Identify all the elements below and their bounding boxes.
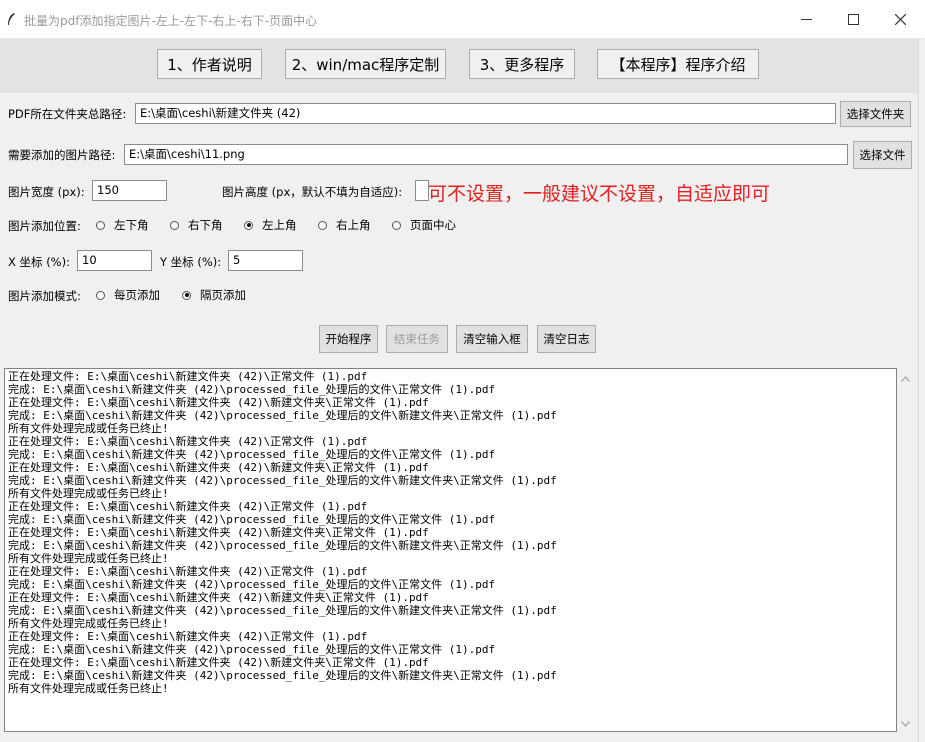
close-icon — [895, 13, 906, 25]
log-line: 所有文件处理完成或任务已终止! — [8, 617, 169, 630]
log-line: 所有文件处理完成或任务已终止! — [8, 422, 169, 435]
log-line: 所有文件处理完成或任务已终止! — [8, 552, 169, 565]
position-radio-center[interactable]: 页面中心 — [392, 217, 456, 233]
y-input[interactable]: 5 — [228, 250, 303, 271]
log-line: 所有文件处理完成或任务已终止! — [8, 487, 169, 500]
window-title: 批量为pdf添加指定图片-左上-左下-右上-右下-页面中心 — [24, 14, 318, 28]
log-line: 正在处理文件: E:\桌面\ceshi\新建文件夹 (42)\正常文件 (1).… — [8, 500, 368, 513]
log-line: 完成: E:\桌面\ceshi\新建文件夹 (42)\processed_fil… — [8, 383, 496, 396]
log-line: 完成: E:\桌面\ceshi\新建文件夹 (42)\processed_fil… — [8, 409, 557, 422]
maximize-icon — [847, 13, 859, 25]
choose-folder-button[interactable]: 选择文件夹 — [840, 101, 911, 127]
radio-selected-icon — [182, 290, 191, 300]
more-programs-button[interactable]: 3、更多程序 — [469, 49, 575, 79]
width-input[interactable]: 150 — [92, 180, 167, 201]
feather-icon — [8, 13, 15, 25]
log-line: 正在处理文件: E:\桌面\ceshi\新建文件夹 (42)\新建文件夹\正常文… — [8, 461, 429, 474]
log-textarea[interactable]: 正在处理文件: E:\桌面\ceshi\新建文件夹 (42)\正常文件 (1).… — [4, 368, 897, 732]
mode-label: 图片添加模式: — [8, 289, 81, 303]
clear-log-button[interactable]: 清空日志 — [537, 325, 596, 353]
scroll-up-button[interactable] — [897, 370, 914, 387]
mode-radio-every-page[interactable]: 每页添加 — [96, 287, 160, 303]
log-lines: 正在处理文件: E:\桌面\ceshi\新建文件夹 (42)\正常文件 (1).… — [5, 369, 896, 695]
radio-dot-icon — [318, 220, 327, 230]
author-info-button[interactable]: 1、作者说明 — [157, 49, 262, 79]
radio-label: 左上角 — [262, 218, 297, 232]
log-line: 正在处理文件: E:\桌面\ceshi\新建文件夹 (42)\新建文件夹\正常文… — [8, 526, 429, 539]
scroll-down-button[interactable] — [897, 715, 914, 732]
position-radio-top-left[interactable]: 左上角 — [244, 217, 297, 233]
start-button[interactable]: 开始程序 — [319, 325, 378, 353]
log-line: 完成: E:\桌面\ceshi\新建文件夹 (42)\processed_fil… — [8, 448, 496, 461]
clear-inputs-button[interactable]: 清空输入框 — [456, 325, 528, 353]
minimize-icon — [800, 18, 812, 20]
radio-selected-icon — [244, 220, 253, 230]
position-label: 图片添加位置: — [8, 219, 81, 233]
log-line: 所有文件处理完成或任务已终止! — [8, 682, 169, 695]
image-path-input[interactable]: E:\桌面\ceshi\11.png — [124, 144, 848, 165]
pdf-path-label: PDF所在文件夹总路径: — [8, 107, 127, 121]
custom-program-button[interactable]: 2、win/mac程序定制 — [285, 49, 446, 79]
program-intro-button[interactable]: 【本程序】程序介绍 — [597, 49, 759, 79]
top-menu-bar: 1、作者说明 2、win/mac程序定制 3、更多程序 【本程序】程序介绍 — [0, 39, 925, 93]
image-path-label: 需要添加的图片路径: — [8, 148, 116, 162]
close-button[interactable] — [876, 0, 925, 38]
width-label: 图片宽度 (px): — [8, 185, 85, 199]
stop-button[interactable]: 结束任务 — [386, 325, 448, 353]
log-line: 正在处理文件: E:\桌面\ceshi\新建文件夹 (42)\正常文件 (1).… — [8, 630, 368, 643]
log-line: 完成: E:\桌面\ceshi\新建文件夹 (42)\processed_fil… — [8, 474, 557, 487]
height-label: 图片高度 (px，默认不填为自适应): — [222, 185, 403, 199]
window-border — [918, 39, 925, 742]
radio-dot-icon — [170, 220, 179, 230]
log-line: 完成: E:\桌面\ceshi\新建文件夹 (42)\processed_fil… — [8, 539, 557, 552]
minimize-button[interactable] — [783, 0, 829, 38]
position-radio-bottom-right[interactable]: 右下角 — [170, 217, 223, 233]
log-scrollbar[interactable] — [897, 368, 914, 732]
log-line: 完成: E:\桌面\ceshi\新建文件夹 (42)\processed_fil… — [8, 669, 557, 682]
y-label: Y 坐标 (%): — [160, 255, 222, 269]
log-line: 完成: E:\桌面\ceshi\新建文件夹 (42)\processed_fil… — [8, 578, 496, 591]
x-label: X 坐标 (%): — [8, 255, 70, 269]
radio-label: 左下角 — [114, 218, 149, 232]
title-bar: 批量为pdf添加指定图片-左上-左下-右上-右下-页面中心 — [0, 0, 925, 39]
maximize-glyph — [830, 0, 876, 38]
radio-dot-icon — [392, 220, 401, 230]
height-hint: 可不设置，一般建议不设置，自适应即可 — [428, 183, 771, 205]
radio-dot-icon — [96, 290, 105, 300]
radio-label: 每页添加 — [114, 288, 160, 302]
radio-label: 页面中心 — [410, 218, 456, 232]
radio-dot-icon — [96, 220, 105, 230]
log-line: 完成: E:\桌面\ceshi\新建文件夹 (42)\processed_fil… — [8, 513, 496, 526]
mode-radio-alternate-page[interactable]: 隔页添加 — [182, 287, 246, 303]
log-line: 正在处理文件: E:\桌面\ceshi\新建文件夹 (42)\正常文件 (1).… — [8, 370, 368, 383]
radio-label: 右下角 — [188, 218, 223, 232]
log-line: 完成: E:\桌面\ceshi\新建文件夹 (42)\processed_fil… — [8, 643, 496, 656]
chevron-down-icon — [901, 720, 910, 727]
log-line: 正在处理文件: E:\桌面\ceshi\新建文件夹 (42)\新建文件夹\正常文… — [8, 591, 429, 604]
log-line: 正在处理文件: E:\桌面\ceshi\新建文件夹 (42)\新建文件夹\正常文… — [8, 396, 429, 409]
x-input[interactable]: 10 — [77, 250, 152, 271]
choose-file-button[interactable]: 选择文件 — [853, 141, 912, 169]
height-input[interactable] — [415, 180, 429, 201]
radio-label: 隔页添加 — [200, 288, 246, 302]
log-line: 完成: E:\桌面\ceshi\新建文件夹 (42)\processed_fil… — [8, 604, 557, 617]
chevron-up-icon — [901, 375, 910, 382]
log-line: 正在处理文件: E:\桌面\ceshi\新建文件夹 (42)\正常文件 (1).… — [8, 435, 368, 448]
log-line: 正在处理文件: E:\桌面\ceshi\新建文件夹 (42)\新建文件夹\正常文… — [8, 656, 429, 669]
radio-label: 右上角 — [336, 218, 371, 232]
position-radio-top-right[interactable]: 右上角 — [318, 217, 371, 233]
position-radio-bottom-left[interactable]: 左下角 — [96, 217, 149, 233]
log-line: 正在处理文件: E:\桌面\ceshi\新建文件夹 (42)\正常文件 (1).… — [8, 565, 368, 578]
pdf-path-input[interactable]: E:\桌面\ceshi\新建文件夹 (42) — [135, 103, 836, 124]
